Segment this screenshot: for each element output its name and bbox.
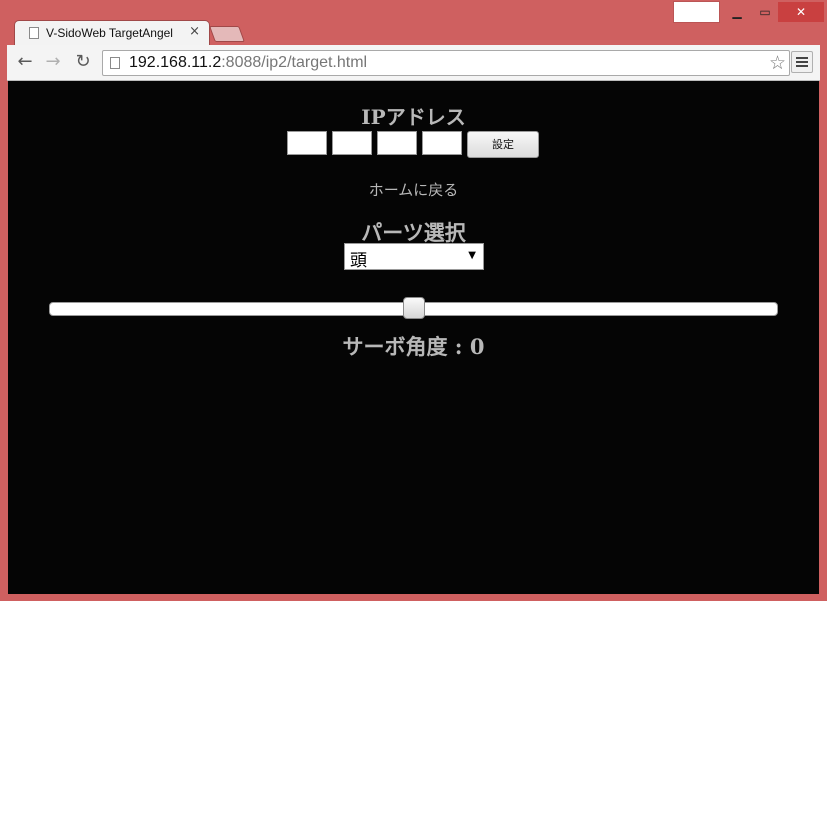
home-link[interactable]: ホームに戻る xyxy=(8,179,819,200)
page-icon xyxy=(110,57,120,69)
minimize-icon[interactable]: ▁ xyxy=(724,2,750,22)
parts-select-value: 頭 xyxy=(350,251,367,271)
address-bar[interactable]: 192.168.11.2:8088/ip2/target.html ☆ xyxy=(102,50,790,76)
arrow-right-icon[interactable]: → xyxy=(41,51,65,73)
ip-octet-4-input[interactable] xyxy=(422,131,462,155)
url-host: 192.168.11.2 xyxy=(129,54,222,71)
ip-octet-2-input[interactable] xyxy=(332,131,372,155)
ip-address-heading: IPアドレス xyxy=(361,105,466,129)
servo-angle-label: サーボ角度 : 0 xyxy=(342,334,485,359)
new-tab-button[interactable] xyxy=(209,26,245,42)
reload-icon[interactable]: ↻ xyxy=(71,51,95,73)
arrow-left-icon[interactable]: ← xyxy=(13,51,37,73)
browser-tab[interactable]: V-SidoWeb TargetAngel × xyxy=(14,20,210,45)
close-icon[interactable]: ✕ xyxy=(778,2,824,22)
slider-thumb[interactable] xyxy=(402,297,425,319)
url-text: 192.168.11.2:8088/ip2/target.html xyxy=(129,54,367,72)
url-path: :8088/ip2/target.html xyxy=(221,54,368,71)
dropdown-arrow-icon: ▼ xyxy=(468,250,476,261)
page-icon xyxy=(29,27,39,39)
browser-window: V-SidoWeb TargetAngel × ▁ ▭ ✕ ← → ↻ 192.… xyxy=(0,0,827,601)
tab-close-icon[interactable]: × xyxy=(189,24,200,40)
page-viewport: IPアドレス 設定 ホームに戻る パーツ選択 頭 ▼ サーボ角度 : 0 xyxy=(8,81,819,594)
maximize-icon[interactable]: ▭ xyxy=(752,2,778,22)
window-profile-area xyxy=(673,1,720,23)
ip-octet-3-input[interactable] xyxy=(377,131,417,155)
parts-select[interactable]: 頭 ▼ xyxy=(344,243,484,271)
set-button[interactable]: 設定 xyxy=(467,131,539,158)
hamburger-menu-icon[interactable] xyxy=(791,51,813,73)
tab-title: V-SidoWeb TargetAngel xyxy=(46,26,173,40)
ip-octet-1-input[interactable] xyxy=(287,131,327,155)
star-icon[interactable]: ☆ xyxy=(769,51,786,75)
browser-toolbar: ← → ↻ 192.168.11.2:8088/ip2/target.html … xyxy=(7,45,820,81)
